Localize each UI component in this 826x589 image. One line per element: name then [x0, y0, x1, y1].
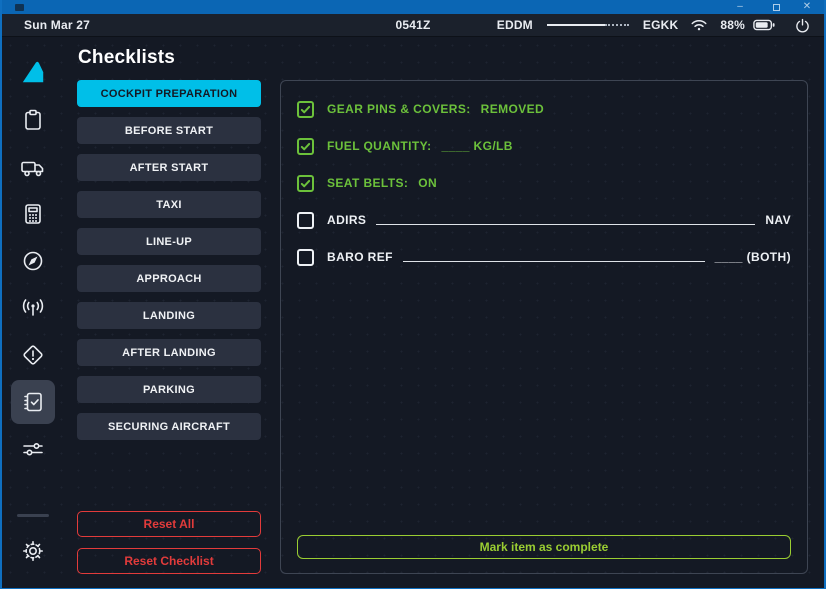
- reset-checklist-button[interactable]: Reset Checklist: [77, 548, 261, 574]
- status-date: Sun Mar 27: [24, 18, 90, 32]
- maximize-icon[interactable]: [773, 4, 780, 11]
- antenna-icon: [20, 296, 46, 320]
- app-icon: [15, 4, 24, 11]
- destination-airport: EGKK: [643, 18, 678, 32]
- tab-securing-aircraft[interactable]: SECURING AIRCRAFT: [77, 413, 261, 440]
- tab-line-up[interactable]: LINE-UP: [77, 228, 261, 255]
- sidebar-item-ground[interactable]: [11, 145, 55, 189]
- checklist-icon: [21, 390, 45, 414]
- gear-icon: [21, 539, 45, 563]
- failure-diamond-icon: [21, 343, 45, 367]
- truck-icon: [20, 155, 46, 179]
- close-icon[interactable]: ✕: [800, 2, 814, 12]
- tab-after-start[interactable]: AFTER START: [77, 154, 261, 181]
- checklist-item-gear-pins[interactable]: GEAR PINS & COVERS: REMOVED: [297, 98, 791, 120]
- sliders-icon: [20, 437, 46, 461]
- item-label: GEAR PINS & COVERS:: [327, 102, 471, 116]
- leader-line: [403, 261, 705, 262]
- item-value: ____ (BOTH): [715, 250, 791, 264]
- item-value: NAV: [765, 213, 791, 227]
- sidebar-item-checklists[interactable]: [11, 380, 55, 424]
- checklist-tab-list: COCKPIT PREPARATION BEFORE START AFTER S…: [77, 80, 261, 574]
- mark-item-complete-button[interactable]: Mark item as complete: [297, 535, 791, 559]
- sidebar-divider: [17, 514, 49, 517]
- sidebar-item-navigation[interactable]: [11, 239, 55, 283]
- tab-after-landing[interactable]: AFTER LANDING: [77, 339, 261, 366]
- checkbox-unchecked-icon[interactable]: [297, 249, 314, 266]
- compass-icon: [21, 249, 45, 273]
- item-label: SEAT BELTS:: [327, 176, 408, 190]
- checkbox-unchecked-icon[interactable]: [297, 212, 314, 229]
- checkbox-checked-icon[interactable]: [297, 175, 314, 192]
- power-button[interactable]: [795, 18, 810, 33]
- tab-parking[interactable]: PARKING: [77, 376, 261, 403]
- item-label: ADIRS: [327, 213, 366, 227]
- flypad-window: – ✕ Sun Mar 27 0541Z EDDM EGKK 88%: [0, 0, 826, 589]
- tab-taxi[interactable]: TAXI: [77, 191, 261, 218]
- checklist-item-adirs[interactable]: ADIRS NAV: [297, 209, 791, 231]
- leader-line: [376, 224, 755, 225]
- tab-cockpit-preparation[interactable]: COCKPIT PREPARATION: [77, 80, 261, 107]
- calculator-icon: [21, 202, 45, 226]
- sidebar-item-performance[interactable]: [11, 192, 55, 236]
- sidebar-item-dashboard[interactable]: [11, 98, 55, 142]
- wifi-icon: [690, 18, 708, 32]
- checklist-item-seat-belts[interactable]: SEAT BELTS: ON: [297, 172, 791, 194]
- page-title: Checklists: [78, 47, 808, 69]
- checklist-item-baro-ref[interactable]: BARO REF ____ (BOTH): [297, 246, 791, 268]
- checklist-panel: GEAR PINS & COVERS: REMOVED FUEL QUANTIT…: [280, 80, 808, 574]
- sidebar-item-atc[interactable]: [11, 286, 55, 330]
- item-value: ON: [418, 176, 437, 190]
- item-label: BARO REF: [327, 250, 393, 264]
- flypad-logo[interactable]: [11, 51, 55, 95]
- origin-airport: EDDM: [497, 18, 533, 32]
- tab-before-start[interactable]: BEFORE START: [77, 117, 261, 144]
- battery-percent: 88%: [720, 18, 745, 32]
- checkbox-checked-icon[interactable]: [297, 101, 314, 118]
- minimize-icon[interactable]: –: [733, 2, 747, 12]
- tab-approach[interactable]: APPROACH: [77, 265, 261, 292]
- battery-indicator: 88%: [720, 18, 775, 32]
- titlebar: – ✕: [2, 0, 824, 14]
- sidebar-item-settings[interactable]: [11, 529, 55, 573]
- item-value: REMOVED: [481, 102, 544, 116]
- clipboard-icon: [21, 108, 45, 132]
- flight-progress-line: [547, 24, 629, 26]
- tab-landing[interactable]: LANDING: [77, 302, 261, 329]
- sidebar-item-presets[interactable]: [11, 427, 55, 471]
- sidebar: [2, 37, 64, 588]
- checkbox-checked-icon[interactable]: [297, 138, 314, 155]
- checklist-item-fuel-quantity[interactable]: FUEL QUANTITY: ____ KG/LB: [297, 135, 791, 157]
- item-value: ____ KG/LB: [441, 139, 512, 153]
- reset-all-button[interactable]: Reset All: [77, 511, 261, 537]
- status-bar: Sun Mar 27 0541Z EDDM EGKK 88%: [2, 14, 824, 37]
- sidebar-item-failures[interactable]: [11, 333, 55, 377]
- item-label: FUEL QUANTITY:: [327, 139, 431, 153]
